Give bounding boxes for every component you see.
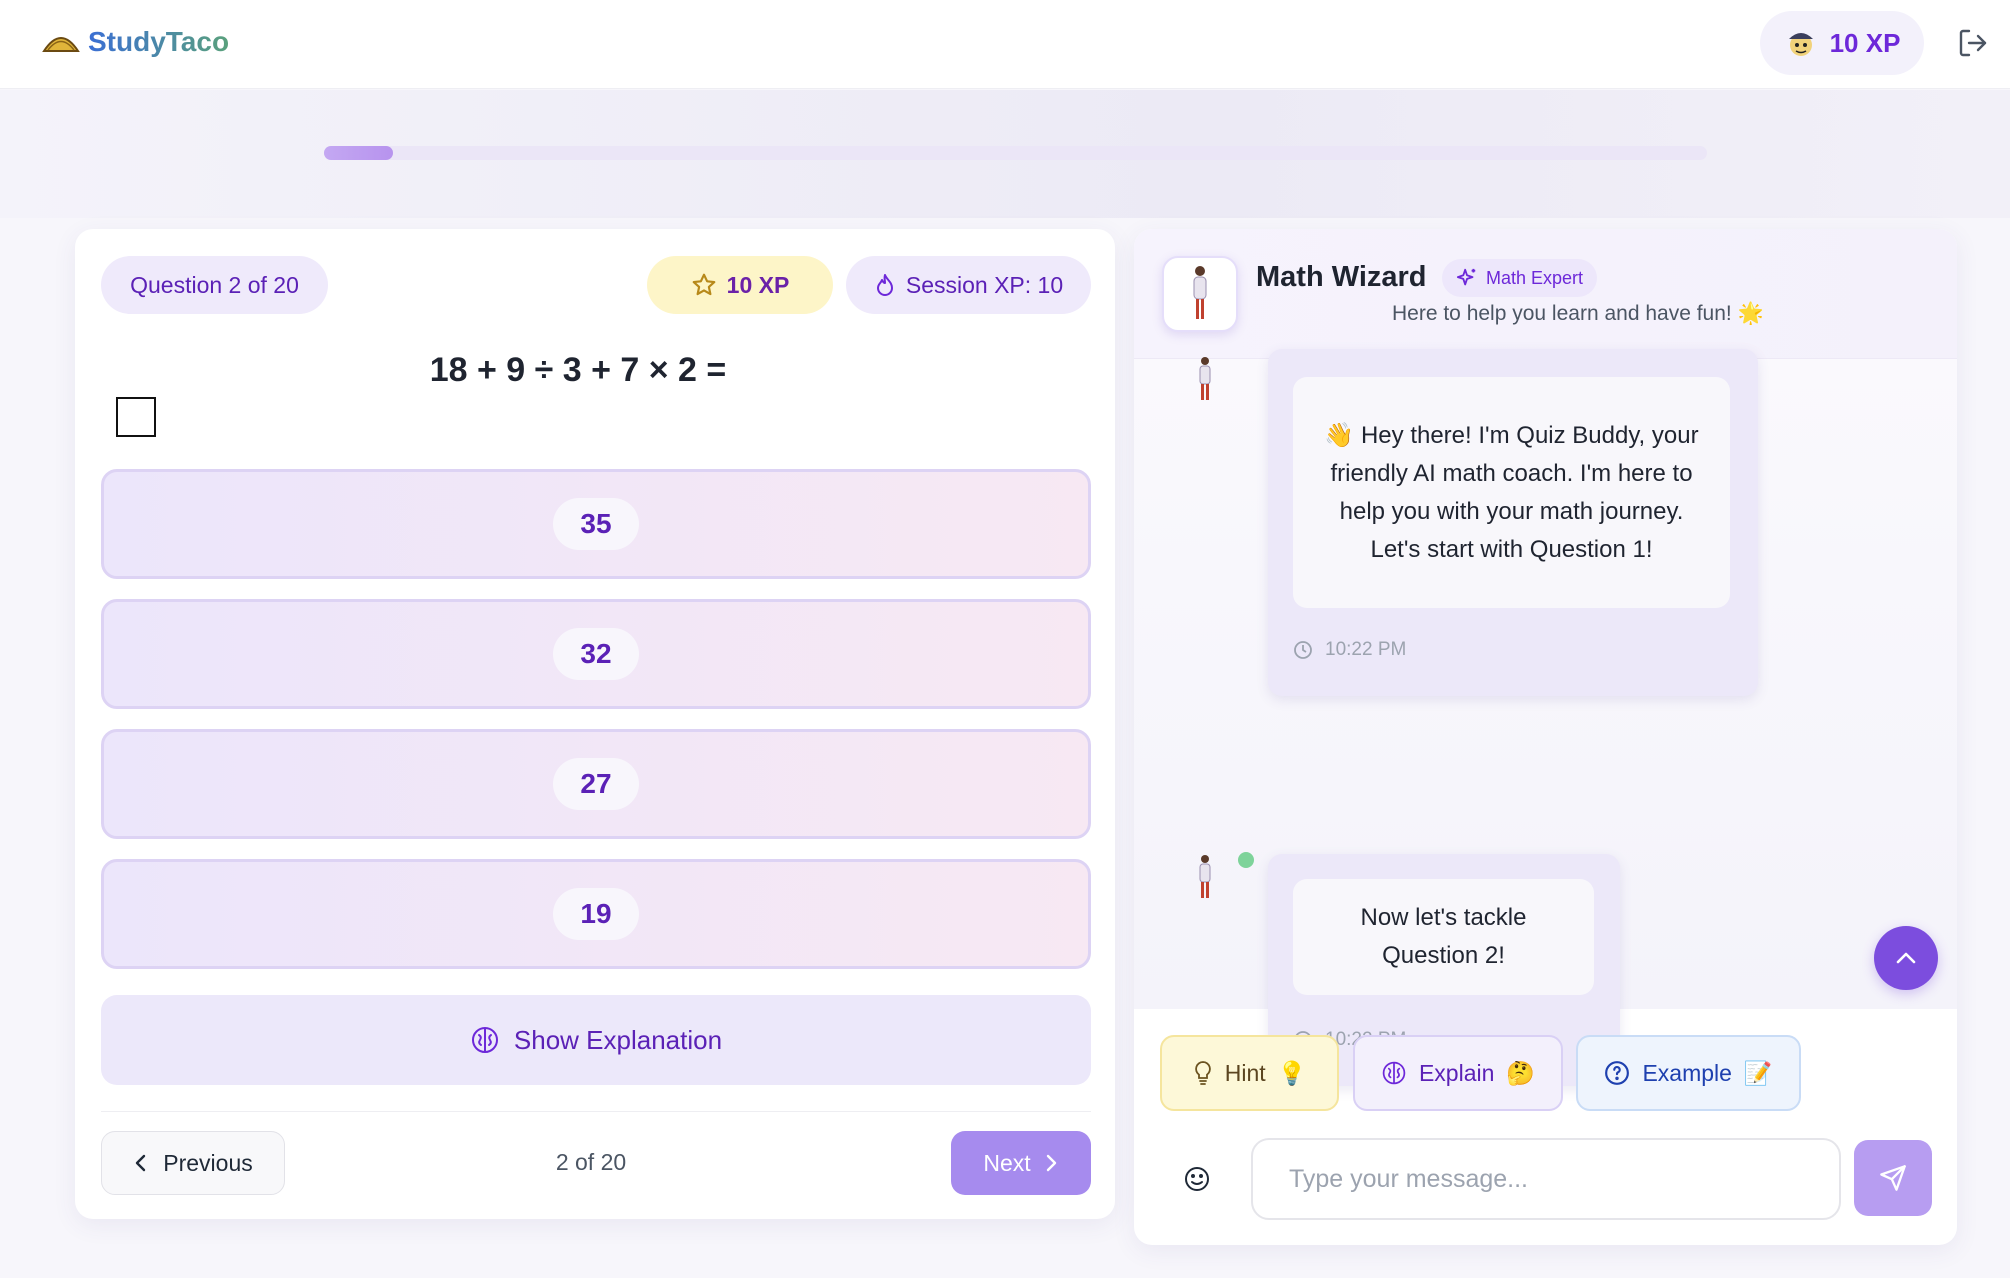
hint-label: Hint — [1224, 1059, 1266, 1086]
example-emoji: 📝 — [1743, 1059, 1773, 1086]
session-xp-badge: Session XP: 10 — [846, 256, 1091, 314]
session-xp-value: Session XP: 10 — [905, 271, 1064, 298]
quiz-card: Question 2 of 20 10 XP Session XP: 10 18… — [75, 229, 1115, 1219]
clock-icon — [1294, 641, 1312, 659]
progress-fill — [324, 146, 394, 160]
taco-icon — [42, 37, 80, 52]
answer-option[interactable]: 32 — [101, 599, 1091, 709]
answer-option[interactable]: 27 — [101, 729, 1091, 839]
brand[interactable]: StudyTaco — [42, 26, 229, 58]
explain-label: Explain — [1418, 1059, 1495, 1086]
page-counter-text: 2 of 20 — [555, 1149, 627, 1175]
answer-option[interactable]: 19 — [101, 859, 1091, 969]
help-circle-icon — [1605, 1061, 1630, 1085]
lightbulb-icon — [1194, 1061, 1211, 1085]
emoji-icon[interactable] — [1182, 1164, 1212, 1194]
message-input[interactable] — [1251, 1138, 1841, 1220]
chat-message-text: 👋 Hey there! I'm Quiz Buddy, your friend… — [1293, 377, 1730, 608]
progress-bar — [324, 146, 1707, 160]
chat-message-time-text: 10:22 PM — [1325, 639, 1407, 660]
send-button[interactable] — [1854, 1140, 1932, 1216]
question-xp-badge: 10 XP — [647, 256, 833, 314]
question-counter-badge: Question 2 of 20 — [101, 256, 328, 314]
brain-icon — [1382, 1061, 1406, 1085]
chevron-up-icon — [1896, 952, 1916, 964]
answer-option-value: 35 — [553, 498, 639, 550]
expert-badge-label: Math Expert — [1486, 267, 1584, 288]
hint-emoji: 💡 — [1277, 1059, 1307, 1086]
answer-option[interactable]: 35 — [101, 469, 1091, 579]
chat-title: Math Wizard — [1256, 261, 1427, 293]
example-button[interactable]: Example 📝 — [1576, 1035, 1801, 1111]
next-button[interactable]: Next — [951, 1131, 1091, 1195]
avatar-icon — [1788, 33, 1813, 56]
question-equation: 18 + 9 ÷ 3 + 7 × 2 = — [429, 351, 727, 389]
tutor-message-avatar — [1199, 357, 1211, 400]
chat-message-time: 10:22 PM — [1293, 639, 1406, 661]
hint-button[interactable]: Hint 💡 — [1160, 1035, 1339, 1111]
next-label: Next — [983, 1149, 1031, 1176]
expert-badge: Math Expert — [1442, 259, 1598, 297]
brand-name: StudyTaco — [88, 26, 230, 57]
tutor-figure-icon — [1193, 266, 1207, 319]
chevron-right-icon — [1046, 1154, 1056, 1172]
chat-header: Math Wizard Math Expert Here to help you… — [1134, 229, 1957, 359]
explain-emoji: 🤔 — [1506, 1059, 1536, 1086]
answer-option-value: 27 — [553, 758, 639, 810]
online-indicator — [1238, 852, 1254, 868]
tutor-message-avatar — [1199, 855, 1211, 898]
brain-icon — [471, 1027, 498, 1053]
top-bar: StudyTaco 10 XP — [0, 0, 2010, 89]
flame-icon — [876, 274, 893, 296]
chat-messages[interactable]: 👋 Hey there! I'm Quiz Buddy, your friend… — [1134, 349, 1957, 1086]
mark-question-checkbox[interactable] — [116, 397, 156, 437]
sparkle-icon — [1456, 268, 1476, 286]
example-label: Example — [1642, 1059, 1732, 1086]
divider — [101, 1111, 1091, 1112]
answer-option-value: 19 — [553, 888, 639, 940]
show-explanation-label: Show Explanation — [513, 1024, 723, 1055]
explain-button[interactable]: Explain 🤔 — [1353, 1035, 1563, 1111]
send-icon — [1880, 1165, 1906, 1191]
answer-option-value: 32 — [553, 628, 639, 680]
chat-message: 👋 Hey there! I'm Quiz Buddy, your friend… — [1268, 349, 1758, 696]
chat-subtitle: Here to help you learn and have fun! 🌟 — [1392, 302, 1764, 325]
tutor-avatar — [1162, 256, 1238, 332]
header-xp-value: 10 XP — [1829, 27, 1901, 58]
chat-message-text: Now let's tackle Question 2! — [1293, 879, 1594, 995]
logout-icon[interactable] — [1957, 27, 1989, 59]
header-xp-badge: 10 XP — [1760, 11, 1924, 75]
scroll-top-button[interactable] — [1874, 926, 1938, 990]
star-icon — [692, 273, 716, 296]
show-explanation-button[interactable]: Show Explanation — [101, 995, 1091, 1085]
question-xp-value: 10 XP — [726, 271, 790, 298]
chat-panel: Math Wizard Math Expert Here to help you… — [1134, 229, 1957, 1245]
